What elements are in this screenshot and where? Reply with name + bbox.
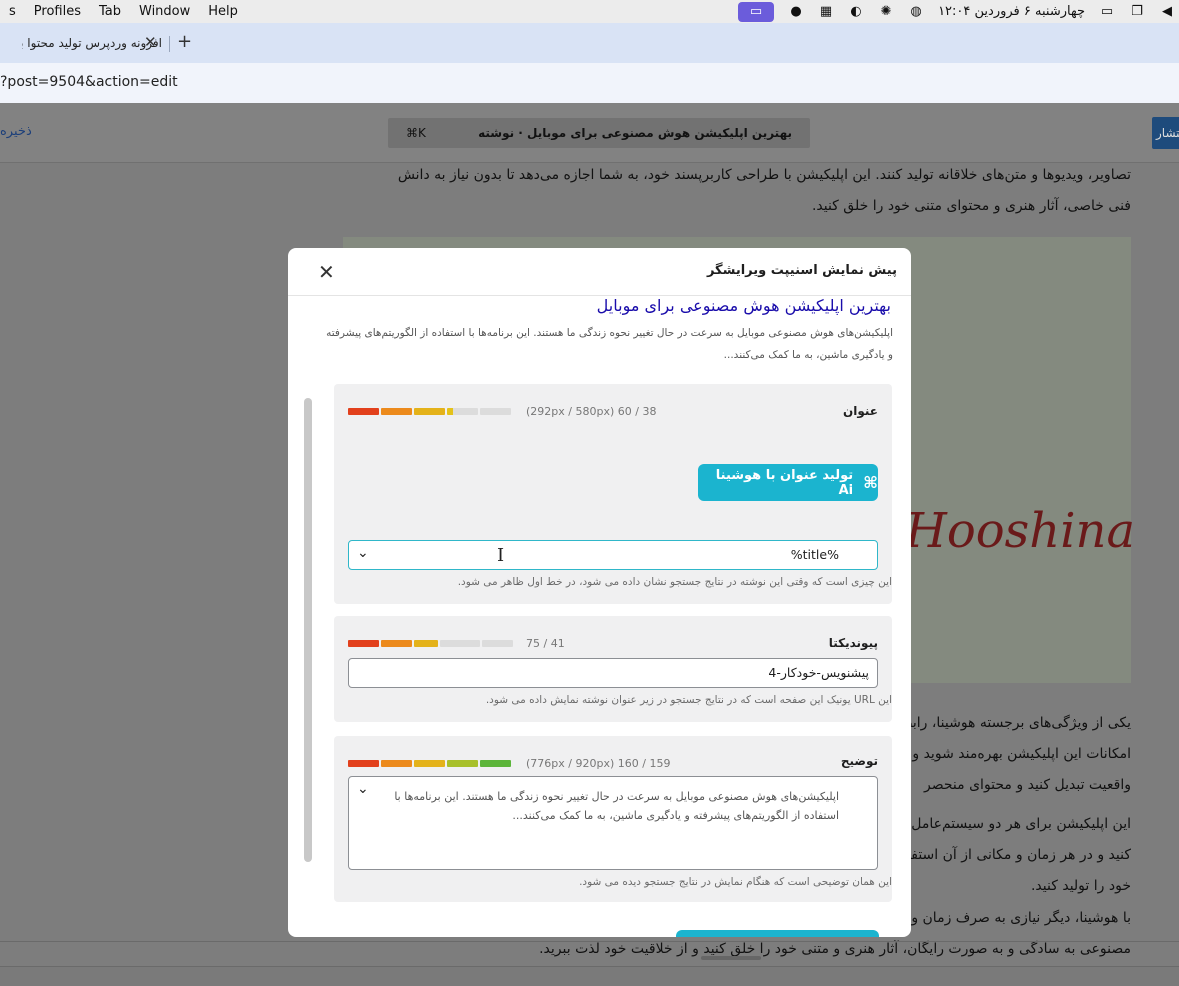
command-icon: ⌘ xyxy=(863,473,878,492)
paragraph-1-line-2: فنی خاصی، آثار هنری و محتوای متنی خود را… xyxy=(811,198,1131,214)
meter-segment xyxy=(348,640,379,647)
slug-value: پیشنویس-خودکار-4 xyxy=(768,665,869,680)
editor-bottom-divider xyxy=(0,941,1179,942)
modal-scrollbar[interactable] xyxy=(304,398,312,862)
generate-title-ai-button[interactable]: ⌘ تولید عنوان با هوشینا Ai xyxy=(698,464,878,501)
slug-field-label: پیوندیکتا xyxy=(828,636,878,650)
close-icon[interactable]: ✕ xyxy=(144,33,157,51)
close-icon[interactable]: ✕ xyxy=(318,260,335,284)
screen-share-icon[interactable]: ▭ xyxy=(738,1,775,22)
text-cursor-icon: I xyxy=(497,545,505,566)
snippet-preview-description: اپلیکیشن‌های هوش مصنوعی موبایل به سرعت د… xyxy=(323,322,893,366)
snippet-preview-title: بهترین اپلیکیشن هوش مصنوعی برای موبایل xyxy=(596,296,891,315)
status-area: ▭ ● ▦ ◐ ✺ ◍ چهارشنبه ۶ فروردین ۱۲:۰۴ ▭ ❐… xyxy=(738,0,1179,23)
title-field-card: عنوان (292px / 580px) 60 / 38 ⌘ تولید عن… xyxy=(334,384,892,604)
modal-title: پیش نمایش اسنیپت ویرایشگر xyxy=(706,263,897,278)
meter-segment xyxy=(414,640,438,647)
description-value-line-1: اپلیکیشن‌های هوش مصنوعی موبایل به سرعت د… xyxy=(394,790,839,803)
browser-tab-strip: افزونه وردپرس تولید محتوا با هوش مصنوعی … xyxy=(0,23,1179,63)
editor-top-bar: ذخیره بهترین اپلیکیشن هوش مصنوعی برای مو… xyxy=(0,103,1179,163)
ai-description-button-partial[interactable] xyxy=(676,930,879,937)
menu-item-app[interactable]: s xyxy=(0,4,25,19)
modal-header: پیش نمایش اسنیپت ویرایشگر ✕ xyxy=(288,248,911,296)
macos-menu-bar: s Profiles Tab Window Help ▭ ● ▦ ◐ ✺ ◍ چ… xyxy=(0,0,1179,23)
resize-handle[interactable] xyxy=(701,956,761,960)
notification-badge-icon[interactable]: ● xyxy=(788,4,804,19)
publish-button[interactable]: انتشار xyxy=(1152,117,1179,149)
title-field-label: عنوان xyxy=(843,404,878,418)
slug-length-meter xyxy=(348,640,513,647)
title-length-text: (292px / 580px) 60 / 38 xyxy=(526,405,657,418)
meter-segment xyxy=(381,408,412,415)
app-menu: s Profiles Tab Window Help xyxy=(0,4,247,19)
description-textarea[interactable]: اپلیکیشن‌های هوش مصنوعی موبایل به سرعت د… xyxy=(348,776,878,870)
description-value: اپلیکیشن‌های هوش مصنوعی موبایل به سرعت د… xyxy=(394,787,839,825)
grid-icon[interactable]: ▦ xyxy=(818,4,834,19)
menu-item-window[interactable]: Window xyxy=(130,4,199,19)
chevron-down-icon[interactable]: ⌄ xyxy=(357,781,369,797)
display-icon[interactable]: ▭ xyxy=(1099,4,1115,19)
globe-icon[interactable]: ◍ xyxy=(908,4,924,19)
title-field-help: این چیزی است که وقتی این نوشته در نتایج … xyxy=(457,576,892,588)
chevron-down-icon[interactable]: ⌄ xyxy=(357,545,369,561)
description-value-line-2: استفاده از الگوریتم‌های پیشرفته و یادگیر… xyxy=(512,809,839,822)
meter-segment xyxy=(348,760,379,767)
slug-field-help: این URL یونیک این صفحه است که در نتایج ج… xyxy=(485,694,892,706)
menu-clock[interactable]: چهارشنبه ۶ فروردین ۱۲:۰۴ xyxy=(938,4,1085,19)
snippet-desc-line-2: و یادگیری ماشین، به ما کمک می‌کنند... xyxy=(723,349,893,361)
browser-tab[interactable]: افزونه وردپرس تولید محتوا با هوش مصنوعی … xyxy=(0,27,162,59)
menu-item-help[interactable]: Help xyxy=(199,4,247,19)
meter-segment xyxy=(480,408,511,415)
meter-segment xyxy=(447,760,478,767)
address-bar[interactable]: ?post=9504&action=edit xyxy=(0,63,1179,103)
tab-divider xyxy=(169,36,170,52)
url-text[interactable]: ?post=9504&action=edit xyxy=(0,74,178,90)
slug-field-card: پیوندیکتا 75 / 41 پیشنویس-خودکار-4 این U… xyxy=(334,616,892,722)
description-length-meter xyxy=(348,760,511,767)
meter-segment xyxy=(381,640,412,647)
paragraph-4-line-2: مصنوعی به سادگی و به صورت رایگان، آثار ه… xyxy=(539,941,1131,957)
snippet-desc-line-1: اپلیکیشن‌های هوش مصنوعی موبایل به سرعت د… xyxy=(326,327,893,339)
menu-item-profiles[interactable]: Profiles xyxy=(25,4,90,19)
publish-label: انتشار xyxy=(1156,126,1179,140)
meter-segment xyxy=(414,408,445,415)
meter-segment xyxy=(414,760,445,767)
meter-segment xyxy=(440,640,480,647)
window-switch-icon[interactable]: ❐ xyxy=(1129,4,1145,19)
tab-title: افزونه وردپرس تولید محتوا با هوش مصنوعی xyxy=(22,36,162,50)
meter-segment xyxy=(482,640,513,647)
document-title: بهترین اپلیکیشن هوش مصنوعی برای موبایل ·… xyxy=(478,126,792,140)
slug-input[interactable]: پیشنویس-خودکار-4 xyxy=(348,658,878,688)
generate-title-ai-label: تولید عنوان با هوشینا Ai xyxy=(715,467,854,498)
snippet-preview-modal: پیش نمایش اسنیپت ویرایشگر ✕ بهترین اپلیک… xyxy=(288,248,911,937)
hero-image-logo: Hooshina xyxy=(905,503,1136,559)
meter-segment xyxy=(381,760,412,767)
title-template-input[interactable]: %title% ⌄ I xyxy=(348,540,878,570)
shortcut-hint: ⌘K xyxy=(406,126,426,140)
meter-segment xyxy=(447,408,478,415)
description-field-label: توضیح xyxy=(840,754,878,768)
description-field-help: این همان توضیحی است که هنگام نمایش در نت… xyxy=(579,876,892,888)
paragraph-1[interactable]: تصاویر، ویدیوها و متن‌های خلاقانه تولید … xyxy=(351,160,1131,222)
meter-segment xyxy=(480,760,511,767)
slug-length-text: 75 / 41 xyxy=(526,637,565,650)
title-length-meter xyxy=(348,408,511,415)
chatgpt-icon[interactable]: ✺ xyxy=(878,4,894,19)
new-tab-icon[interactable]: + xyxy=(177,31,192,52)
title-template-value: %title% xyxy=(790,547,839,562)
description-length-text: (776px / 920px) 160 / 159 xyxy=(526,757,671,770)
save-draft-link[interactable]: ذخیره xyxy=(0,124,32,139)
moon-icon[interactable]: ◐ xyxy=(848,4,864,19)
menu-item-tab[interactable]: Tab xyxy=(90,4,130,19)
document-command-bar[interactable]: بهترین اپلیکیشن هوش مصنوعی برای موبایل ·… xyxy=(388,118,810,148)
meter-segment xyxy=(348,408,379,415)
description-field-card: توضیح (776px / 920px) 160 / 159 اپلیکیشن… xyxy=(334,736,892,902)
volume-icon[interactable]: ◀ xyxy=(1159,4,1175,19)
paragraph-1-line-1: تصاویر، ویدیوها و متن‌های خلاقانه تولید … xyxy=(397,167,1131,183)
editor-footer xyxy=(0,966,1179,986)
